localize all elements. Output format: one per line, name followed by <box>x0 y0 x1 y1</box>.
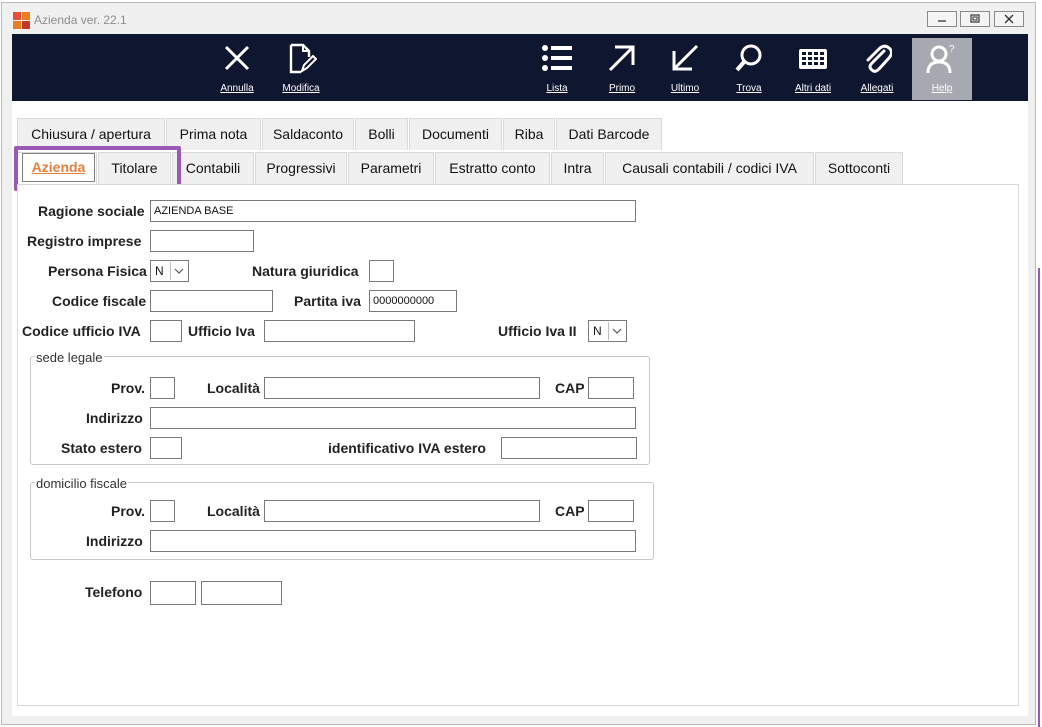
toolbar: Annulla Modifica Lista Primo Ultimo Trov… <box>12 34 1028 101</box>
lista-button[interactable]: Lista <box>534 34 580 101</box>
domicilio-cap-label: CAP <box>555 503 585 519</box>
tab-causali-contabili[interactable]: Causali contabili / codici IVA <box>605 152 814 184</box>
domicilio-fiscale-legend: domicilio fiscale <box>35 476 129 491</box>
tab-estratto-conto[interactable]: Estratto conto <box>435 152 550 184</box>
primo-button[interactable]: Primo <box>600 34 644 101</box>
id-iva-estero-input[interactable] <box>501 437 637 459</box>
edit-document-icon <box>289 43 317 74</box>
close-button[interactable] <box>994 11 1024 27</box>
stato-estero-label: Stato estero <box>61 440 142 456</box>
altri-dati-button[interactable]: Altri dati <box>789 34 837 101</box>
tab-bolli[interactable]: Bolli <box>355 118 408 150</box>
arrow-down-left-icon <box>672 44 699 71</box>
ufficio-iva-label: Ufficio Iva <box>188 323 255 339</box>
sede-indirizzo-input[interactable] <box>150 407 636 429</box>
codice-ufficio-iva-input[interactable] <box>150 320 182 342</box>
telefono-numero-input[interactable] <box>201 581 282 605</box>
tab-intra[interactable]: Intra <box>551 152 604 184</box>
grid-icon <box>799 49 827 69</box>
registro-imprese-input[interactable] <box>150 230 254 252</box>
close-x-icon <box>224 45 250 71</box>
ragione-sociale-input[interactable]: AZIENDA BASE <box>150 200 636 222</box>
natura-giuridica-input[interactable] <box>369 260 394 282</box>
sede-localita-label: Località <box>207 380 260 396</box>
trova-label: Trova <box>736 83 762 94</box>
tab-documenti[interactable]: Documenti <box>409 118 502 150</box>
sede-prov-label: Prov. <box>111 380 145 396</box>
domicilio-indirizzo-input[interactable] <box>150 530 636 552</box>
domicilio-prov-input[interactable] <box>150 500 175 522</box>
search-icon <box>735 44 762 72</box>
chevron-down-icon <box>170 262 184 280</box>
user-help-icon: ? <box>926 44 955 74</box>
minimize-icon <box>938 20 946 22</box>
partita-iva-label: Partita iva <box>294 293 361 309</box>
sede-cap-label: CAP <box>555 380 585 396</box>
sede-cap-input[interactable] <box>588 377 634 399</box>
natura-giuridica-label: Natura giuridica <box>252 263 359 279</box>
close-icon <box>1004 14 1014 24</box>
registro-imprese-label: Registro imprese <box>27 233 142 249</box>
telefono-label: Telefono <box>85 584 143 600</box>
side-accent-line <box>1038 268 1040 727</box>
annulla-label: Annulla <box>220 83 254 94</box>
ultimo-label: Ultimo <box>670 83 700 94</box>
sede-localita-input[interactable] <box>264 377 540 399</box>
codice-fiscale-input[interactable] <box>150 290 273 312</box>
domicilio-prov-label: Prov. <box>111 503 145 519</box>
partita-iva-input[interactable]: 0000000000 <box>369 290 457 312</box>
domicilio-indirizzo-label: Indirizzo <box>86 533 143 549</box>
help-button[interactable]: ? Help <box>912 38 972 100</box>
stato-estero-input[interactable] <box>150 437 182 459</box>
tab-contabili[interactable]: Contabili <box>172 152 254 184</box>
svg-text:?: ? <box>949 44 955 55</box>
tab-saldaconto[interactable]: Saldaconto <box>262 118 354 150</box>
tab-sottoconti[interactable]: Sottoconti <box>815 152 903 184</box>
codice-ufficio-iva-label: Codice ufficio IVA <box>22 323 141 339</box>
restore-icon <box>970 14 980 23</box>
window-title: Azienda ver. 22.1 <box>34 13 127 27</box>
lista-label: Lista <box>546 83 568 94</box>
ultimo-button[interactable]: Ultimo <box>663 34 707 101</box>
modifica-button[interactable]: Modifica <box>275 34 327 101</box>
codice-fiscale-label: Codice fiscale <box>52 293 147 309</box>
tab-parametri[interactable]: Parametri <box>348 152 434 184</box>
telefono-prefisso-input[interactable] <box>150 581 196 605</box>
ufficio-iva-ii-value: N <box>593 324 602 338</box>
persona-fisica-select[interactable]: N <box>150 260 189 282</box>
primo-label: Primo <box>608 83 636 94</box>
annulla-button[interactable]: Annulla <box>212 34 262 101</box>
persona-fisica-label: Persona Fisica <box>48 263 147 279</box>
tab-progressivi[interactable]: Progressivi <box>255 152 347 184</box>
persona-fisica-value: N <box>155 264 164 278</box>
id-iva-estero-label: identificativo IVA estero <box>328 440 486 456</box>
paperclip-icon <box>866 44 892 73</box>
app-logo-icon <box>13 12 30 29</box>
tab-dati-barcode[interactable]: Dati Barcode <box>556 118 662 150</box>
ufficio-iva-input[interactable] <box>264 320 415 342</box>
title-bar: Azienda ver. 22.1 <box>2 3 1035 33</box>
trova-button[interactable]: Trova <box>727 34 771 101</box>
sede-indirizzo-label: Indirizzo <box>86 410 143 426</box>
altri-dati-label: Altri dati <box>794 83 832 94</box>
tab-prima-nota[interactable]: Prima nota <box>166 118 261 150</box>
sede-legale-legend: sede legale <box>35 350 104 365</box>
list-icon <box>542 45 572 71</box>
arrow-up-right-icon <box>608 45 635 72</box>
restore-button[interactable] <box>960 11 990 27</box>
chevron-down-icon <box>608 322 622 340</box>
domicilio-localita-label: Località <box>207 503 260 519</box>
domicilio-cap-input[interactable] <box>588 500 634 522</box>
ragione-sociale-label: Ragione sociale <box>38 203 145 219</box>
modifica-label: Modifica <box>282 83 320 94</box>
help-label: Help <box>931 83 953 94</box>
ufficio-iva-ii-select[interactable]: N <box>588 320 627 342</box>
sede-prov-input[interactable] <box>150 377 175 399</box>
ufficio-iva-ii-label: Ufficio Iva II <box>498 323 577 339</box>
minimize-button[interactable] <box>927 11 957 27</box>
tab-riba[interactable]: Riba <box>503 118 555 150</box>
allegati-button[interactable]: Allegati <box>854 34 900 101</box>
domicilio-localita-input[interactable] <box>264 500 540 522</box>
allegati-label: Allegati <box>860 83 894 94</box>
